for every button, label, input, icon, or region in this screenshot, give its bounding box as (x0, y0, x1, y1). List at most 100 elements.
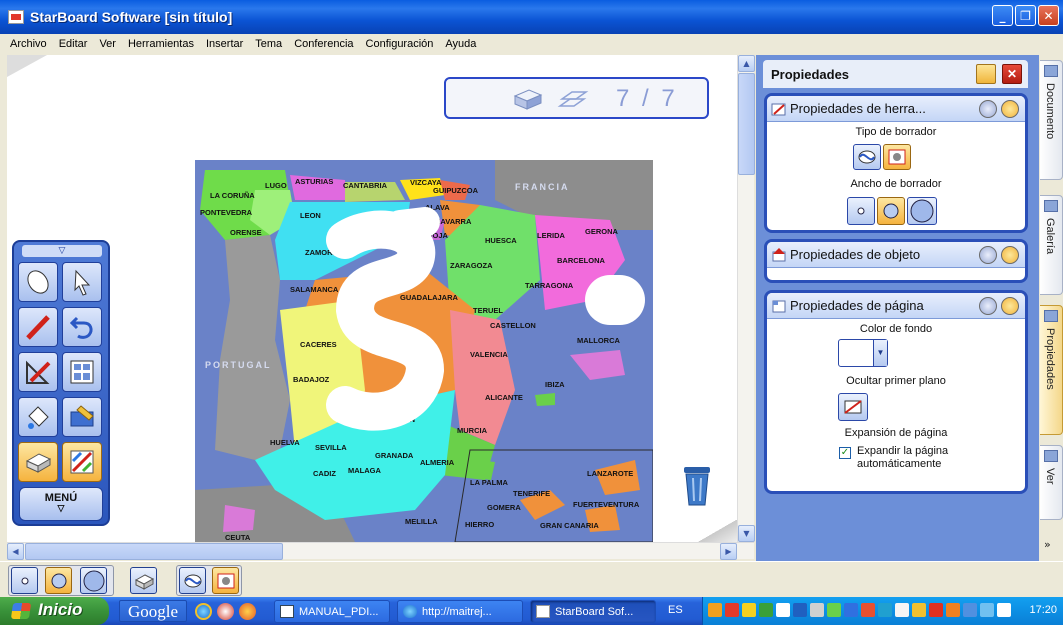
firefox-quicklaunch-icon[interactable] (239, 603, 256, 620)
menu-herramientas[interactable]: Herramientas (122, 38, 200, 50)
bottom-eraser-free-button[interactable] (179, 567, 206, 594)
eraser-width-small-button[interactable] (847, 197, 875, 225)
tray-icon-10[interactable] (861, 603, 875, 617)
pointer-tool[interactable] (62, 262, 102, 302)
object-section-nav-icon[interactable] (979, 246, 997, 264)
opera-quicklaunch-icon[interactable] (217, 603, 234, 620)
menu-ver[interactable]: Ver (93, 38, 122, 50)
object-section-collapse-icon[interactable] (1001, 246, 1019, 264)
tray-icon-8[interactable] (827, 603, 841, 617)
tray-icon-3[interactable] (742, 603, 756, 617)
bottom-width-medium-button[interactable] (45, 567, 72, 594)
close-button[interactable]: ✕ (1038, 5, 1059, 26)
small-circle-icon (21, 577, 28, 584)
bottom-eraser-button[interactable] (130, 567, 157, 594)
tray-icon-1[interactable] (708, 603, 722, 617)
tools-icon (70, 405, 94, 427)
shield-icon[interactable] (776, 603, 790, 617)
scroll-right-arrow[interactable]: ▶ (720, 543, 737, 560)
tray-icon-17[interactable] (980, 603, 994, 617)
scroll-up-arrow[interactable]: ▲ (738, 55, 755, 72)
horizontal-scrollbar[interactable]: ◀ ▶ (7, 542, 754, 560)
color-tool[interactable] (62, 442, 102, 482)
tray-icon-16[interactable] (963, 603, 977, 617)
menu-tema[interactable]: Tema (249, 38, 288, 50)
volume-icon[interactable] (895, 603, 909, 617)
start-button[interactable]: Inicio (0, 597, 109, 625)
eraser-width-large-button[interactable] (907, 197, 937, 225)
close-panel-button[interactable]: ✕ (1002, 64, 1022, 84)
tray-icon-11[interactable] (878, 603, 892, 617)
minimize-button[interactable]: _ (992, 5, 1013, 26)
tab-documento[interactable]: Documento (1040, 60, 1063, 180)
floating-toolbox[interactable]: ▽ MENÚ ▽ (12, 240, 110, 526)
menu-archivo[interactable]: Archivo (4, 38, 53, 50)
tray-icon-15[interactable] (946, 603, 960, 617)
vertical-scrollbar[interactable]: ▲ ▼ (737, 55, 755, 542)
whiteboard-canvas[interactable]: 7 / 7 LA CORUÑA LUGO ASTURIAS CANTABRIA … (7, 55, 737, 542)
object-properties-header[interactable]: Propiedades de objeto (767, 242, 1025, 268)
auto-expand-checkbox[interactable]: ✓ (839, 447, 851, 459)
shape-pen-icon (26, 360, 51, 384)
page-flat-icon[interactable] (556, 89, 590, 111)
tray-icon-9[interactable] (844, 603, 858, 617)
pin-icon[interactable] (976, 64, 996, 84)
tray-icon-2[interactable] (725, 603, 739, 617)
toolbox-collapse-arrow[interactable]: ▽ (22, 245, 102, 257)
google-toolbar[interactable]: Google (119, 600, 188, 622)
vertical-scroll-thumb[interactable] (738, 73, 755, 175)
bottom-width-large-button[interactable] (80, 567, 107, 594)
eraser-width-medium-button[interactable] (877, 197, 905, 225)
layout-tool[interactable] (62, 352, 102, 392)
page-3d-icon[interactable] (511, 86, 545, 112)
pen-tool[interactable] (18, 307, 58, 347)
horizontal-scroll-thumb[interactable] (25, 543, 283, 560)
tab-ver[interactable]: Ver (1040, 445, 1063, 520)
menu-insertar[interactable]: Insertar (200, 38, 249, 50)
page-properties-header[interactable]: Propiedades de página (767, 293, 1025, 319)
shape-pen-tool[interactable] (18, 352, 58, 392)
page-properties-section: Propiedades de página Color de fondo ▼ O… (764, 290, 1028, 494)
bottom-width-small-button[interactable] (11, 567, 38, 594)
menu-configuracion[interactable]: Configuración (360, 38, 440, 50)
task-manual-pdi[interactable]: MANUAL_PDI... (274, 600, 390, 623)
settings-tool[interactable] (62, 397, 102, 437)
tab-propiedades[interactable]: Propiedades (1040, 305, 1063, 435)
menu-conferencia[interactable]: Conferencia (288, 38, 359, 50)
task-browser[interactable]: http://maitrej... (397, 600, 523, 623)
scroll-left-arrow[interactable]: ◀ (7, 543, 24, 560)
hide-foreground-button[interactable] (838, 393, 868, 421)
bottom-eraser-area-button[interactable] (212, 567, 239, 594)
fill-tool[interactable] (18, 397, 58, 437)
trash-icon[interactable] (681, 465, 713, 507)
section-collapse-icon[interactable] (1001, 100, 1019, 118)
tab-galeria[interactable]: Galería (1040, 195, 1063, 295)
eraser-type-area-button[interactable] (883, 144, 911, 170)
mouse-tool[interactable] (18, 262, 58, 302)
ie-quicklaunch-icon[interactable] (195, 603, 212, 620)
expand-chevron-icon[interactable]: » (1044, 538, 1051, 551)
maximize-button[interactable]: ❐ (1015, 5, 1036, 26)
scroll-down-arrow[interactable]: ▼ (738, 525, 755, 542)
task-starboard[interactable]: StarBoard Sof... (530, 600, 656, 623)
menu-ayuda[interactable]: Ayuda (439, 38, 482, 50)
bg-color-picker[interactable]: ▼ (838, 339, 888, 367)
page-section-collapse-icon[interactable] (1001, 297, 1019, 315)
undo-tool[interactable] (62, 307, 102, 347)
section-nav-icon[interactable] (979, 100, 997, 118)
tray-icon-6[interactable] (793, 603, 807, 617)
toolbox-menu-button[interactable]: MENÚ ▽ (19, 487, 103, 521)
tray-icon-13[interactable] (912, 603, 926, 617)
menu-editar[interactable]: Editar (53, 38, 94, 50)
svg-text:LA PALMA: LA PALMA (470, 478, 508, 487)
tool-properties-header[interactable]: Propiedades de herra... (767, 96, 1025, 122)
eraser-type-free-button[interactable] (853, 144, 881, 170)
network-icon[interactable] (810, 603, 824, 617)
eraser-tool[interactable] (18, 442, 58, 482)
tray-icon-14[interactable] (929, 603, 943, 617)
svg-text:HIERRO: HIERRO (465, 520, 494, 529)
page-section-nav-icon[interactable] (979, 297, 997, 315)
tray-icon-18[interactable] (997, 603, 1011, 617)
tray-icon-4[interactable] (759, 603, 773, 617)
language-indicator[interactable]: ES (668, 604, 683, 616)
